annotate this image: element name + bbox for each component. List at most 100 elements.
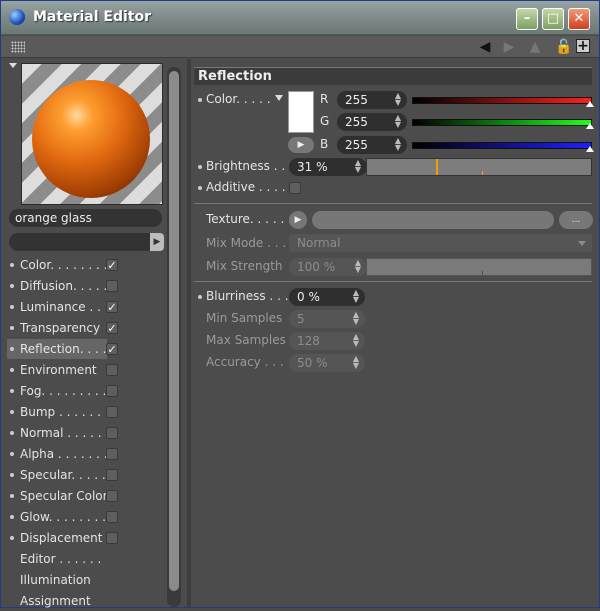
material-link-field[interactable]	[9, 233, 150, 251]
stepper-arrows-icon[interactable]: ▲ ▼	[353, 311, 359, 326]
material-preview[interactable]	[21, 63, 163, 205]
app-sphere-icon	[9, 9, 25, 25]
channel-bump[interactable]: Bump . . . . . . .	[7, 402, 165, 422]
r-stepper[interactable]: 255 ▲ ▼	[337, 91, 407, 109]
channel-fog[interactable]: Fog. . . . . . . . .	[7, 381, 165, 401]
channel-checkbox[interactable]: ✓	[106, 322, 118, 334]
color-swatch[interactable]	[288, 91, 314, 133]
brightness-slider-handle[interactable]	[436, 159, 438, 175]
stepper-arrows-icon[interactable]: ▲ ▼	[395, 114, 401, 129]
lock-icon[interactable]: 🔓	[555, 39, 572, 55]
mix-strength-stepper[interactable]: 100 % ▲ ▼	[289, 258, 367, 276]
left-scrollbar[interactable]	[167, 67, 181, 607]
blurriness-stepper[interactable]: 0 % ▲ ▼	[289, 288, 365, 306]
mix-mode-dropdown[interactable]: Normal	[289, 234, 592, 252]
channel-glow[interactable]: Glow. . . . . . . .	[7, 507, 165, 527]
stepper-arrows-icon[interactable]: ▲ ▼	[353, 333, 359, 348]
channel-checkbox[interactable]	[106, 448, 118, 460]
mix-mode-label: Mix Mode . . .	[206, 236, 287, 250]
channel-color[interactable]: Color. . . . . . . . ✓	[7, 255, 165, 275]
stepper-arrows-icon[interactable]: ▲ ▼	[353, 355, 359, 370]
channel-dot	[10, 473, 14, 477]
channel-dot	[10, 389, 14, 393]
forward-arrow-icon[interactable]: ▶	[501, 39, 517, 55]
channel-transparency[interactable]: Transparency ✓	[7, 318, 165, 338]
r-gradient-slider[interactable]	[412, 97, 592, 104]
toolbar: ◀ ▶ ▲ 🔓 +	[1, 36, 599, 58]
b-slider-handle[interactable]	[586, 146, 594, 152]
brightness-dot	[198, 165, 202, 169]
blurriness-dot	[198, 295, 202, 299]
stepper-arrows-icon[interactable]: ▲ ▼	[355, 159, 361, 174]
scroll-thumb[interactable]	[169, 71, 179, 591]
g-stepper[interactable]: 255 ▲ ▼	[337, 113, 407, 131]
channel-assignment[interactable]: Assignment	[7, 591, 165, 611]
up-arrow-icon[interactable]: ▲	[527, 39, 543, 55]
channel-checkbox[interactable]	[106, 364, 118, 376]
slider-tick	[482, 271, 483, 275]
channel-checkbox[interactable]: ✓	[106, 343, 118, 355]
channel-dot	[10, 326, 14, 330]
g-gradient-slider[interactable]	[412, 119, 592, 126]
channel-editor[interactable]: Editor . . . . . .	[7, 549, 165, 569]
grip-icon[interactable]	[11, 41, 25, 53]
texture-menu-button[interactable]: ▶	[289, 211, 307, 229]
g-slider-handle[interactable]	[586, 123, 594, 129]
maximize-button[interactable]: □	[542, 8, 564, 30]
brightness-label: Brightness . . . .	[206, 159, 301, 173]
channel-alpha[interactable]: Alpha . . . . . . .	[7, 444, 165, 464]
channel-luminance[interactable]: Luminance . . . ✓	[7, 297, 165, 317]
color-menu-arrow-icon[interactable]	[275, 95, 283, 101]
channel-illumination[interactable]: Illumination	[7, 570, 165, 590]
preview-menu-arrow-icon[interactable]	[9, 63, 17, 68]
properties-panel: Reflection Color. . . . . ▶ R 255 ▲ ▼ G 25…	[192, 59, 600, 607]
channel-checkbox[interactable]	[106, 490, 118, 502]
channel-checkbox[interactable]	[106, 280, 118, 292]
brightness-slider[interactable]	[366, 158, 592, 176]
additive-checkbox[interactable]	[289, 182, 301, 194]
channel-checkbox[interactable]	[106, 469, 118, 481]
stepper-arrows-icon[interactable]: ▲ ▼	[355, 259, 361, 274]
min-samples-stepper[interactable]: 5 ▲ ▼	[289, 310, 365, 328]
brightness-stepper[interactable]: 31 % ▲ ▼	[289, 158, 367, 176]
material-editor-window: Material Editor – □ ✕ ◀ ▶ ▲ 🔓 + orange g…	[0, 0, 600, 608]
channel-checkbox[interactable]	[106, 427, 118, 439]
material-name-field[interactable]: orange glass	[9, 209, 162, 227]
b-gradient-slider[interactable]	[412, 142, 592, 149]
additive-dot	[198, 186, 202, 190]
close-button[interactable]: ✕	[568, 8, 590, 30]
stepper-arrows-icon[interactable]: ▲ ▼	[395, 137, 401, 152]
texture-path-field[interactable]	[312, 211, 554, 229]
minimize-button[interactable]: –	[516, 8, 538, 30]
channel-checkbox[interactable]: ✓	[106, 301, 118, 313]
channel-specular-color[interactable]: Specular Color	[7, 486, 165, 506]
texture-browse-button[interactable]: ...	[559, 211, 593, 229]
channel-reflection[interactable]: Reflection. . . . ✓	[7, 339, 118, 359]
b-stepper[interactable]: 255 ▲ ▼	[337, 136, 407, 154]
new-window-icon[interactable]: +	[576, 39, 590, 53]
channel-diffusion[interactable]: Diffusion. . . . .	[7, 276, 165, 296]
channel-specular[interactable]: Specular. . . . .	[7, 465, 165, 485]
material-link-button[interactable]: ▶	[150, 233, 164, 251]
channel-checkbox[interactable]	[106, 532, 118, 544]
accuracy-stepper[interactable]: 50 % ▲ ▼	[289, 354, 365, 372]
mix-strength-slider[interactable]	[366, 258, 592, 276]
channel-normal[interactable]: Normal . . . . . .	[7, 423, 165, 443]
channel-checkbox[interactable]: ✓	[106, 259, 118, 271]
channel-dot	[10, 515, 14, 519]
back-arrow-icon[interactable]: ◀	[477, 39, 493, 55]
channel-displacement[interactable]: Displacement	[7, 528, 165, 548]
channel-checkbox[interactable]	[106, 511, 118, 523]
panel-divider[interactable]	[187, 59, 191, 607]
stepper-arrows-icon[interactable]: ▲ ▼	[395, 92, 401, 107]
channel-environment[interactable]: Environment	[7, 360, 165, 380]
channel-dot	[10, 410, 14, 414]
max-samples-stepper[interactable]: 128 ▲ ▼	[289, 332, 365, 350]
b-label: B	[320, 137, 329, 151]
channel-checkbox[interactable]	[106, 385, 118, 397]
color-picker-button[interactable]: ▶	[288, 137, 314, 153]
channel-checkbox[interactable]	[106, 406, 118, 418]
stepper-arrows-icon[interactable]: ▲ ▼	[353, 289, 359, 304]
title-bar[interactable]: Material Editor – □ ✕	[1, 1, 599, 35]
r-slider-handle[interactable]	[586, 101, 594, 107]
